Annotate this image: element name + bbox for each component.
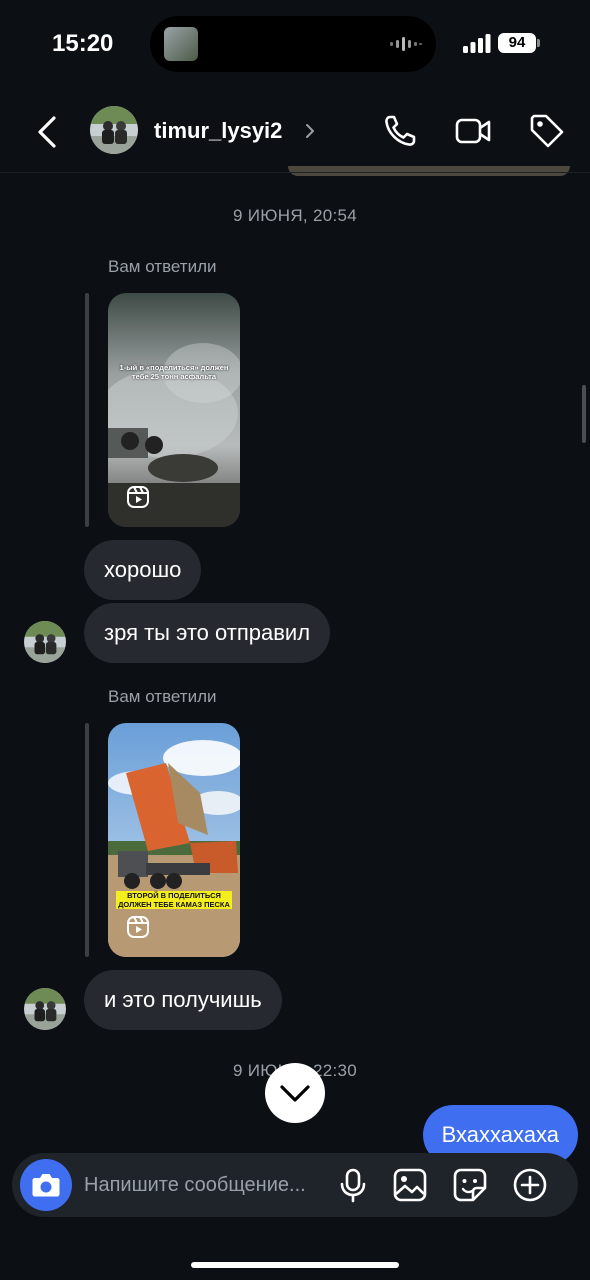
message-bubble[interactable]: хорошо <box>84 540 202 600</box>
tag-icon[interactable] <box>528 112 566 150</box>
message-bubble[interactable]: и это получишь <box>84 970 282 1030</box>
reply-label: Вам ответили <box>108 687 217 706</box>
message-bubble[interactable]: зря ты это отправил <box>84 603 331 663</box>
chat-header: timur_lysyi2 <box>0 90 590 174</box>
status-bar: 15:20 94 <box>0 0 590 90</box>
cellular-signal-icon <box>463 34 491 53</box>
sticker-icon[interactable] <box>451 1166 489 1204</box>
dynamic-island[interactable] <box>150 16 436 72</box>
audio-wave-icon <box>390 37 422 51</box>
header-divider <box>0 172 590 173</box>
reply-line <box>85 293 89 527</box>
scroll-to-bottom-button[interactable] <box>265 1063 325 1123</box>
timestamp: 9 ИЮНЯ, 20:54 <box>232 206 357 225</box>
microphone-icon[interactable] <box>334 1166 372 1204</box>
battery-tip <box>537 39 540 47</box>
contact-username[interactable]: timur_lysyi2 <box>154 118 282 144</box>
video-camera-icon[interactable] <box>454 112 492 150</box>
camera-button[interactable] <box>20 1159 72 1211</box>
chevron-down-icon <box>280 1085 310 1102</box>
reels-icon <box>127 486 149 508</box>
battery-indicator: 94 <box>498 33 536 53</box>
chevron-right-icon[interactable] <box>304 123 316 139</box>
reel-caption: ВТОРОЙ В ПОДЕЛИТЬСЯ ДОЛЖЕН ТЕБЕ КАМАЗ ПЕ… <box>116 891 232 909</box>
status-time: 15:20 <box>52 30 114 57</box>
reels-icon <box>127 916 149 938</box>
camera-icon <box>32 1174 60 1197</box>
now-playing-thumbnail <box>164 27 198 61</box>
reel-preview[interactable]: ВТОРОЙ В ПОДЕЛИТЬСЯ ДОЛЖЕН ТЕБЕ КАМАЗ ПЕ… <box>108 723 240 957</box>
previous-media-preview <box>288 166 570 176</box>
message-composer <box>12 1153 578 1217</box>
reel-preview[interactable]: 1-ый в «поделиться» должен тебе 25 тонн … <box>108 293 240 527</box>
plus-icon[interactable] <box>511 1166 549 1204</box>
back-arrow-icon[interactable] <box>28 112 68 152</box>
reply-label: Вам ответили <box>108 257 217 276</box>
sender-avatar[interactable] <box>24 988 66 1030</box>
gallery-icon[interactable] <box>391 1166 429 1204</box>
home-indicator[interactable] <box>191 1262 399 1268</box>
message-input[interactable] <box>84 1153 334 1217</box>
scrollbar[interactable] <box>582 385 586 443</box>
reply-line <box>85 723 89 957</box>
phone-icon[interactable] <box>381 112 419 150</box>
reel-caption: 1-ый в «поделиться» должен тебе 25 тонн … <box>119 363 229 381</box>
sender-avatar[interactable] <box>24 621 66 663</box>
avatar[interactable] <box>90 106 138 154</box>
